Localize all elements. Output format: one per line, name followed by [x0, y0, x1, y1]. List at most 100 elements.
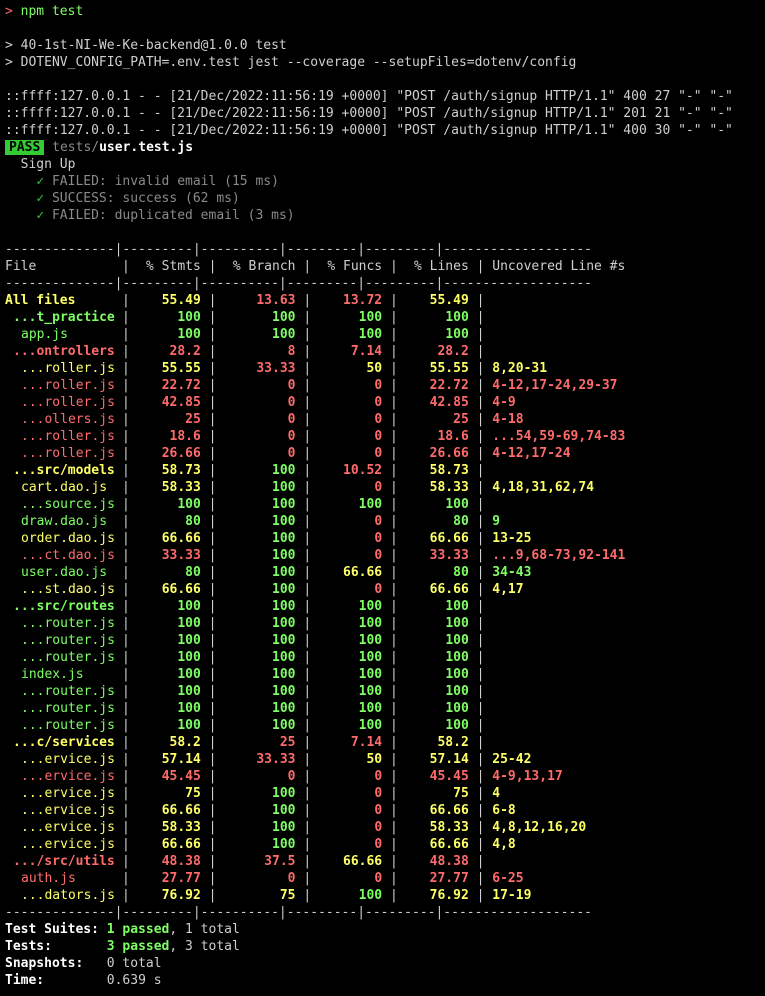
cell-funcs: 0 [374, 378, 383, 393]
cell-stmts: 76.92 [161, 888, 201, 903]
cell-file: ...ontrollers [13, 344, 115, 359]
cell-file: All files [5, 293, 76, 308]
cell-lines: 45.45 [429, 769, 469, 784]
log-line: ::ffff:127.0.0.1 - - [21/Dec/2022:11:56:… [5, 89, 733, 104]
cell-lines: 76.92 [429, 888, 469, 903]
cell-file: index.js [21, 667, 84, 682]
cell-lines: 55.55 [429, 361, 469, 376]
cell-file: ...ct.dao.js [21, 548, 115, 563]
table-divider: --------------|---------|----------|----… [5, 242, 592, 257]
cell-stmts: 75 [185, 786, 201, 801]
cell-uncovered: 25-42 [492, 752, 532, 767]
cell-branch: 33.33 [256, 361, 296, 376]
cell-funcs: 7.14 [350, 735, 383, 750]
log-line: ::ffff:127.0.0.1 - - [21/Dec/2022:11:56:… [5, 123, 733, 138]
cell-stmts: 100 [177, 310, 201, 325]
cell-stmts: 55.55 [161, 361, 201, 376]
cell-stmts: 66.66 [161, 803, 201, 818]
cell-branch: 33.33 [256, 752, 296, 767]
cell-lines: 58.73 [429, 463, 469, 478]
cell-file: ...ervice.js [21, 820, 115, 835]
header-funcs: % Funcs [327, 259, 383, 274]
table-row: ...src/routes | 100 | 100 | 100 | 100 | [5, 598, 765, 615]
cell-uncovered: 4,17 [492, 582, 524, 597]
check-icon: ✓ [36, 174, 45, 189]
cell-stmts: 100 [177, 684, 201, 699]
summary-suites: Test Suites: 1 passed, 1 total [5, 922, 240, 937]
cell-uncovered: 6-8 [492, 803, 516, 818]
cell-branch: 75 [279, 888, 296, 903]
table-row: ...roller.js | 55.55 | 33.33 | 50 | 55.55 | 8… [5, 360, 765, 377]
table-row: auth.js | 27.77 | 0 | 0 | 27.77 | 6-25 [5, 870, 765, 887]
cell-branch: 100 [272, 327, 296, 342]
cell-branch: 100 [272, 548, 296, 563]
cell-funcs: 100 [358, 718, 383, 733]
table-row: ...ervice.js | 45.45 | 0 | 0 | 45.45 | 4-9,13… [5, 768, 765, 785]
cell-funcs: 100 [358, 616, 383, 631]
cell-lines: 100 [445, 684, 469, 699]
table-row: ...router.js | 100 | 100 | 100 | 100 | [5, 700, 765, 717]
cell-branch: 0 [287, 395, 296, 410]
cell-branch: 8 [287, 344, 296, 359]
cell-lines: 58.2 [437, 735, 469, 750]
cell-funcs: 100 [358, 701, 383, 716]
cell-branch: 0 [287, 871, 296, 886]
cell-lines: 22.72 [429, 378, 469, 393]
cell-stmts: 22.72 [161, 378, 201, 393]
cell-uncovered: 4 [492, 786, 501, 801]
cell-lines: 55.49 [429, 293, 469, 308]
cell-lines: 25 [453, 412, 469, 427]
suite-name: Sign Up [20, 157, 76, 172]
cell-branch: 0 [287, 412, 296, 427]
table-row: ...src/models | 58.73 | 100 | 10.52 | 58.73 | [5, 462, 765, 479]
cell-lines: 100 [445, 650, 469, 665]
cell-funcs: 100 [358, 888, 383, 903]
cell-funcs: 100 [358, 633, 383, 648]
cell-branch: 100 [272, 310, 296, 325]
cell-stmts: 100 [177, 327, 201, 342]
header-uncovered: Uncovered Line #s [492, 259, 626, 274]
summary-tests: Tests: 3 passed, 3 total [5, 939, 240, 954]
cell-funcs: 0 [374, 582, 383, 597]
table-row: ...ollers.js | 25 | 0 | 0 | 25 | 4-18 [5, 411, 765, 428]
terminal-output[interactable]: > npm test > 40-1st-NI-We-Ke-backend@1.0… [0, 0, 765, 989]
cell-stmts: 27.77 [161, 871, 201, 886]
prompt-symbol: > [5, 4, 13, 19]
cell-lines: 100 [445, 718, 469, 733]
test-case: ✓ SUCCESS: success (62 ms) [36, 191, 240, 206]
cell-stmts: 58.2 [169, 735, 201, 750]
table-row: cart.dao.js | 58.33 | 100 | 0 | 58.33 | 4,18,… [5, 479, 765, 496]
cell-branch: 100 [272, 531, 296, 546]
table-row: ...dators.js | 76.92 | 75 | 100 | 76.92 | 17-… [5, 887, 765, 904]
cell-uncovered: 9 [492, 514, 501, 529]
table-row: ...ct.dao.js | 33.33 | 100 | 0 | 33.33 | ...9… [5, 547, 765, 564]
table-row: ...ervice.js | 75 | 100 | 0 | 75 | 4 [5, 785, 765, 802]
cell-stmts: 100 [177, 599, 201, 614]
cell-funcs: 0 [374, 531, 383, 546]
cell-lines: 75 [453, 786, 469, 801]
cell-file: ...roller.js [21, 378, 115, 393]
cell-lines: 58.33 [429, 820, 469, 835]
table-divider: --------------|---------|----------|----… [5, 276, 592, 291]
header-file: File [5, 259, 37, 274]
cell-branch: 0 [287, 429, 296, 444]
cell-uncovered: 34-43 [492, 565, 532, 580]
cell-file: ...ervice.js [21, 803, 115, 818]
cell-funcs: 50 [366, 361, 383, 376]
table-body: All files | 55.49 | 13.63 | 13.72 | 55.49 | .… [5, 292, 765, 904]
table-row: ...t_practice | 100 | 100 | 100 | 100 | [5, 309, 765, 326]
cell-funcs: 100 [358, 327, 383, 342]
cell-stmts: 80 [185, 514, 201, 529]
cell-lines: 100 [445, 667, 469, 682]
cell-uncovered: 17-19 [492, 888, 532, 903]
table-row: draw.dao.js | 80 | 100 | 0 | 80 | 9 [5, 513, 765, 530]
cell-funcs: 0 [374, 548, 383, 563]
cell-funcs: 100 [358, 650, 383, 665]
cell-branch: 100 [272, 837, 296, 852]
cell-stmts: 100 [177, 633, 201, 648]
cell-file: ...roller.js [21, 361, 115, 376]
cell-stmts: 48.38 [161, 854, 201, 869]
table-row: ...router.js | 100 | 100 | 100 | 100 | [5, 717, 765, 734]
cell-file: ...router.js [21, 701, 115, 716]
check-icon: ✓ [36, 208, 45, 223]
